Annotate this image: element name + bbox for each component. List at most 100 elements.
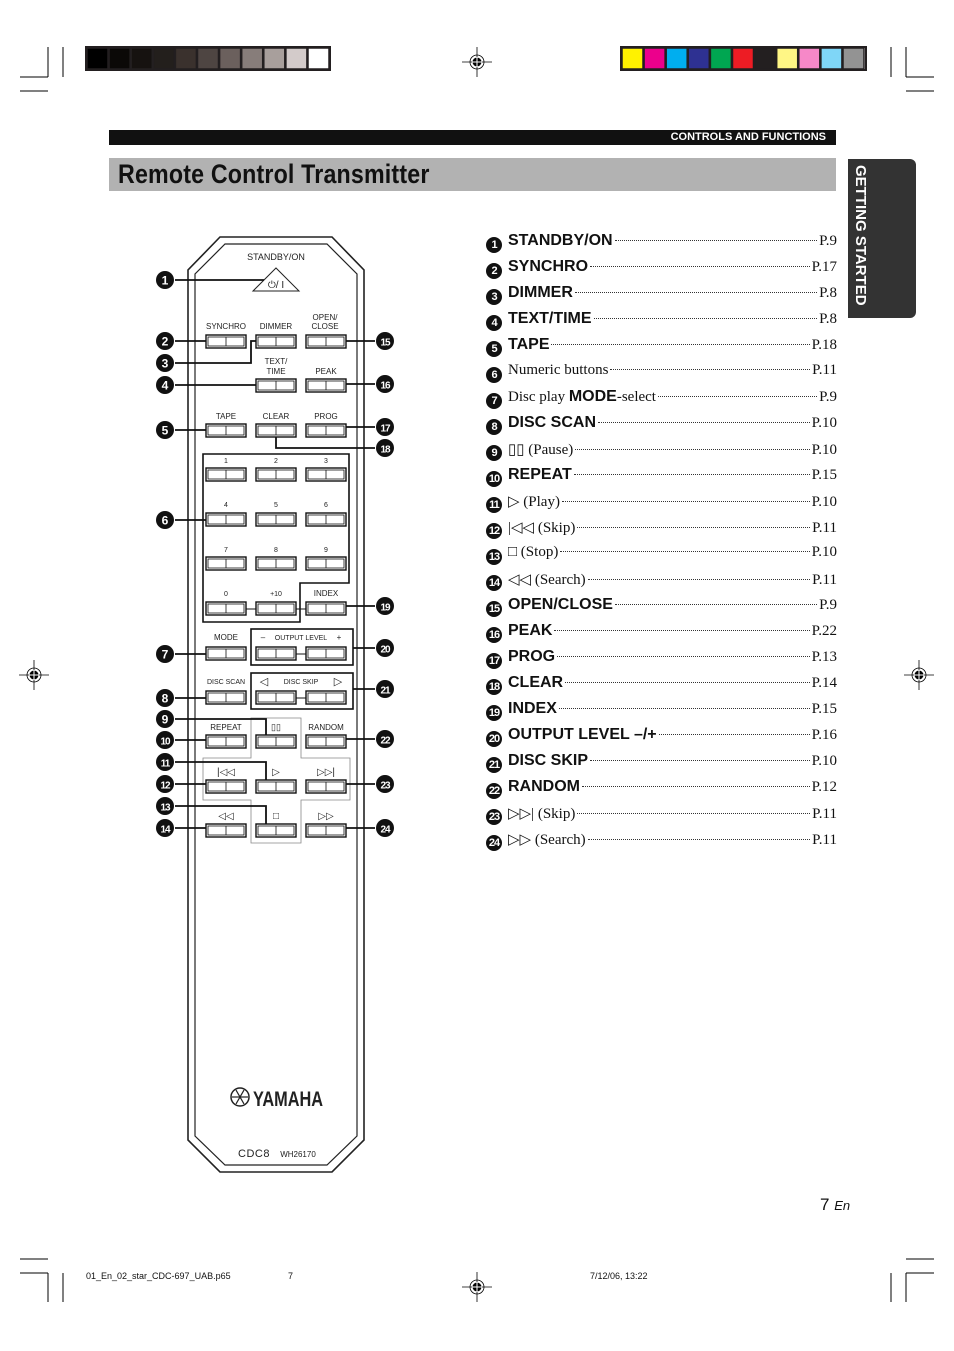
list-item: 13 □ (Stop) P.10: [486, 544, 837, 570]
page-reference: P.11: [812, 832, 837, 848]
remote-button[interactable]: [255, 467, 297, 482]
leader-dots: [575, 449, 810, 450]
remote-button[interactable]: [205, 646, 247, 661]
callout-number: 13: [486, 549, 502, 565]
remote-button[interactable]: [205, 467, 247, 482]
remote-button[interactable]: [305, 823, 347, 838]
remote-button[interactable]: [255, 646, 297, 661]
remote-button[interactable]: [255, 378, 297, 393]
remote-button[interactable]: [205, 601, 247, 616]
remote-button[interactable]: [255, 779, 297, 794]
leader-dots: [557, 656, 810, 657]
callout-number: 10: [486, 471, 502, 487]
item-label: SYNCHRO: [508, 258, 589, 275]
remote-button[interactable]: [305, 467, 347, 482]
remote-button[interactable]: [255, 512, 297, 527]
list-item: 15 OPEN/CLOSE P.9: [486, 596, 837, 622]
callout-number: 17: [380, 424, 391, 435]
leader-dots: [657, 396, 818, 397]
callout-number: 14: [160, 825, 171, 836]
list-item: 2 SYNCHRO P.17: [486, 258, 837, 284]
page-reference: P.15: [811, 701, 837, 717]
callout-number: 3: [162, 357, 169, 371]
remote-button[interactable]: [205, 779, 247, 794]
callout-number: 11: [161, 759, 171, 770]
remote-button[interactable]: [205, 734, 247, 749]
leader-dots: [574, 292, 818, 293]
list-item: 3 DIMMER P.8: [486, 284, 837, 310]
button-label: 3: [324, 458, 328, 465]
remote-button[interactable]: [305, 556, 347, 571]
remote-button[interactable]: [305, 779, 347, 794]
callout-number: 7: [486, 393, 502, 409]
leader-dots: [658, 734, 810, 735]
remote-button[interactable]: [305, 378, 347, 393]
page-reference: P.22: [811, 623, 837, 639]
page-title: Remote Control Transmitter: [118, 159, 430, 189]
callout-number: 23: [380, 781, 391, 792]
item-label: Disc play: [508, 389, 569, 405]
remote-button[interactable]: [255, 601, 297, 616]
list-item: 14 ◁◁ (Search) P.11: [486, 570, 837, 596]
button-label: ▷▷|: [317, 767, 335, 778]
remote-button[interactable]: [305, 334, 347, 349]
button-label: 5: [274, 502, 278, 509]
button-label: +10: [270, 591, 282, 598]
item-label: ▷ (Play): [508, 494, 560, 510]
remote-button[interactable]: [305, 646, 347, 661]
item-label: PEAK: [508, 622, 553, 639]
remote-button[interactable]: [205, 423, 247, 438]
standby-label: STANDBY/ON: [247, 252, 305, 262]
remote-button[interactable]: [205, 823, 247, 838]
remote-button[interactable]: [305, 734, 347, 749]
remote-button[interactable]: [205, 512, 247, 527]
item-label: ▷▷| (Skip): [508, 806, 576, 822]
button-label: CLEAR: [263, 412, 290, 421]
callout-number: 15: [486, 601, 502, 617]
leader-dots: [573, 474, 810, 475]
callout-number: 9: [162, 713, 169, 727]
callout-number: 1: [486, 237, 502, 253]
callout-number: 18: [380, 445, 391, 456]
color-swatch: [687, 47, 711, 70]
button-label: PROG: [314, 412, 338, 421]
page-number: 7 En: [820, 1195, 850, 1215]
callout-number: 2: [486, 263, 502, 279]
remote-button[interactable]: [305, 601, 347, 616]
button-label: |◁◁: [217, 767, 235, 778]
remote-button[interactable]: [205, 334, 247, 349]
registration-mark-icon: [19, 660, 49, 690]
list-item: 9 ▯▯ (Pause) P.10: [486, 440, 837, 466]
item-label: OPEN/CLOSE: [508, 596, 613, 613]
list-item: 20 OUTPUT LEVEL –/+ P.16: [486, 726, 837, 752]
button-label: DIMMER: [260, 322, 293, 331]
title-band: Remote Control Transmitter: [109, 158, 836, 191]
gray-swatch: [152, 47, 176, 70]
remote-button[interactable]: [255, 334, 297, 349]
item-label: REPEAT: [508, 466, 572, 483]
remote-button[interactable]: [305, 690, 347, 705]
callout-number: 20: [486, 731, 502, 747]
callout-number: 12: [160, 781, 171, 792]
callout-number: 15: [380, 338, 391, 349]
remote-button[interactable]: [205, 556, 247, 571]
remote-button[interactable]: [305, 512, 347, 527]
button-label: SYNCHRO: [206, 322, 246, 331]
remote-button[interactable]: [255, 423, 297, 438]
remote-button[interactable]: [305, 423, 347, 438]
remote-button[interactable]: [255, 556, 297, 571]
remote-button[interactable]: [255, 690, 297, 705]
leader-dots: [614, 240, 818, 241]
button-label: 9: [324, 547, 328, 554]
page-reference: P.10: [811, 442, 837, 458]
callout-number: 6: [162, 514, 169, 528]
leader-dots: [614, 604, 818, 605]
callout-number: 16: [380, 381, 391, 392]
remote-button[interactable]: [255, 734, 297, 749]
remote-button[interactable]: [205, 690, 247, 705]
gray-swatch: [263, 47, 286, 70]
remote-button[interactable]: [255, 823, 297, 838]
leader-dots: [593, 318, 818, 319]
section-header-bar: CONTROLS AND FUNCTIONS: [109, 130, 836, 145]
page-reference: P.9: [819, 389, 837, 405]
